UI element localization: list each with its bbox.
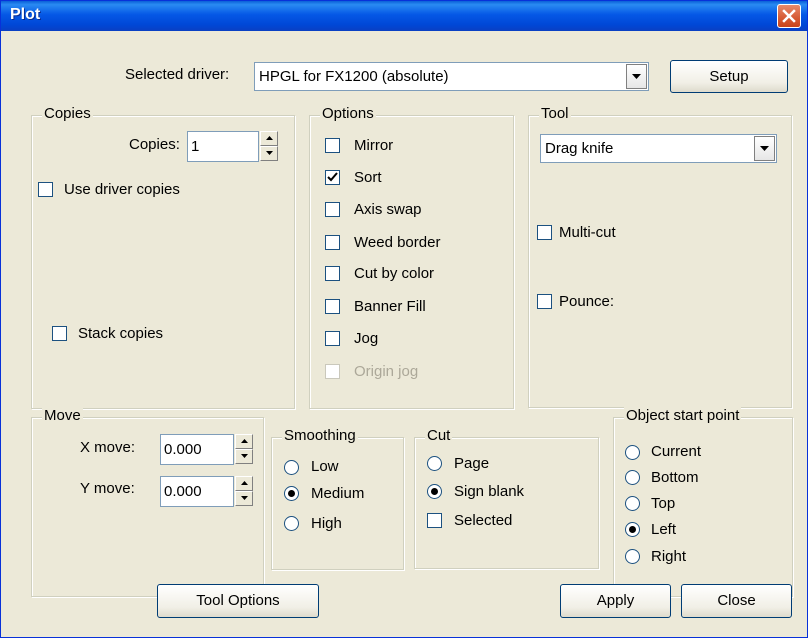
axis-swap-label: Axis swap: [354, 201, 422, 218]
stack-copies-checkbox[interactable]: [52, 326, 67, 341]
start-right-label: Right: [651, 548, 687, 565]
stack-copies-label: Stack copies: [78, 325, 164, 342]
smoothing-medium-radio[interactable]: [284, 486, 299, 501]
origin-jog-label: Origin jog: [354, 363, 419, 380]
driver-select-value: HPGL for FX1200 (absolute): [259, 68, 449, 85]
smoothing-high-label: High: [311, 515, 342, 532]
start-top-radio[interactable]: [625, 496, 640, 511]
jog-label: Jog: [354, 330, 379, 347]
options-legend: Options: [320, 105, 376, 122]
tool-dropdown-button[interactable]: [754, 136, 775, 161]
weed-border-checkbox[interactable]: [325, 235, 340, 250]
close-window-button[interactable]: [777, 4, 801, 28]
copies-group: Copies Copies: 1 Use driver copies Stack…: [31, 105, 295, 409]
multi-cut-label: Multi-cut: [559, 224, 616, 241]
window-title: Plot: [10, 6, 41, 23]
tool-select-value: Drag knife: [545, 140, 614, 157]
cut-sign-blank-radio[interactable]: [427, 484, 442, 499]
mirror-label: Mirror: [354, 137, 394, 154]
plot-dialog: Plot Selected driver: HPGL for FX1200 (a…: [0, 0, 808, 638]
y-move-input[interactable]: 0.000: [160, 476, 234, 507]
use-driver-copies-label: Use driver copies: [64, 181, 180, 198]
x-move-input[interactable]: 0.000: [160, 434, 234, 465]
axis-swap-checkbox[interactable]: [325, 202, 340, 217]
close-button[interactable]: Close: [681, 584, 792, 618]
start-bottom-label: Bottom: [651, 469, 699, 486]
copies-label: Copies:: [129, 136, 180, 153]
start-current-label: Current: [651, 443, 702, 460]
multi-cut-checkbox[interactable]: [537, 225, 552, 240]
tool-legend: Tool: [539, 105, 571, 122]
pounce-label: Pounce:: [559, 293, 615, 310]
jog-checkbox[interactable]: [325, 331, 340, 346]
use-driver-copies-checkbox[interactable]: [38, 182, 53, 197]
mirror-checkbox[interactable]: [325, 138, 340, 153]
cut-page-label: Page: [454, 455, 490, 472]
apply-button[interactable]: Apply: [560, 584, 671, 618]
setup-button[interactable]: Setup: [670, 60, 788, 93]
move-group: Move X move: 0.000 Y move: 0.000: [31, 407, 264, 597]
start-right-radio[interactable]: [625, 549, 640, 564]
driver-select[interactable]: HPGL for FX1200 (absolute): [254, 62, 649, 91]
banner-fill-label: Banner Fill: [354, 298, 426, 315]
dialog-body: Selected driver: HPGL for FX1200 (absolu…: [1, 31, 807, 637]
smoothing-low-radio[interactable]: [284, 460, 299, 475]
cut-selected-checkbox[interactable]: [427, 513, 442, 528]
cut-by-color-checkbox[interactable]: [325, 266, 340, 281]
cut-page-radio[interactable]: [427, 456, 442, 471]
start-left-label: Left: [651, 521, 677, 538]
y-move-down-button[interactable]: [235, 491, 253, 506]
copies-input[interactable]: 1: [187, 131, 259, 162]
sort-label: Sort: [354, 169, 382, 186]
y-move-label: Y move:: [80, 480, 135, 497]
object-start-point-group: Object start point Current Bottom Top Le…: [613, 407, 793, 597]
driver-dropdown-button[interactable]: [626, 64, 647, 89]
smoothing-high-radio[interactable]: [284, 516, 299, 531]
start-current-radio[interactable]: [625, 445, 640, 460]
title-bar: Plot: [1, 1, 807, 31]
weed-border-label: Weed border: [354, 234, 441, 251]
start-top-label: Top: [651, 495, 676, 512]
move-legend: Move: [42, 407, 83, 424]
tool-group: Tool Drag knife Multi-cut Pounce:: [528, 105, 792, 408]
x-move-up-button[interactable]: [235, 434, 253, 449]
selected-driver-label: Selected driver:: [125, 66, 230, 83]
copies-legend: Copies: [42, 105, 93, 122]
banner-fill-checkbox[interactable]: [325, 299, 340, 314]
smoothing-medium-label: Medium: [311, 485, 365, 502]
cut-by-color-label: Cut by color: [354, 265, 435, 282]
smoothing-low-label: Low: [311, 458, 339, 475]
tool-select[interactable]: Drag knife: [540, 134, 777, 163]
copies-up-button[interactable]: [260, 131, 278, 146]
options-group: Options Mirror Sort Axis swap Weed borde…: [309, 105, 514, 409]
cut-selected-label: Selected: [454, 512, 513, 529]
smoothing-group: Smoothing Low Medium High: [271, 427, 404, 570]
y-move-up-button[interactable]: [235, 476, 253, 491]
origin-jog-checkbox: [325, 364, 340, 379]
x-move-label: X move:: [80, 439, 136, 456]
cut-group: Cut Page Sign blank Selected: [414, 427, 599, 569]
object-start-point-legend: Object start point: [624, 407, 742, 424]
start-bottom-radio[interactable]: [625, 470, 640, 485]
cut-sign-blank-label: Sign blank: [454, 483, 525, 500]
cut-legend: Cut: [425, 427, 453, 444]
pounce-checkbox[interactable]: [537, 294, 552, 309]
smoothing-legend: Smoothing: [282, 427, 358, 444]
start-left-radio[interactable]: [625, 522, 640, 537]
tool-options-button[interactable]: Tool Options: [157, 584, 319, 618]
copies-down-button[interactable]: [260, 146, 278, 161]
sort-checkbox[interactable]: [325, 170, 340, 185]
x-move-down-button[interactable]: [235, 449, 253, 464]
